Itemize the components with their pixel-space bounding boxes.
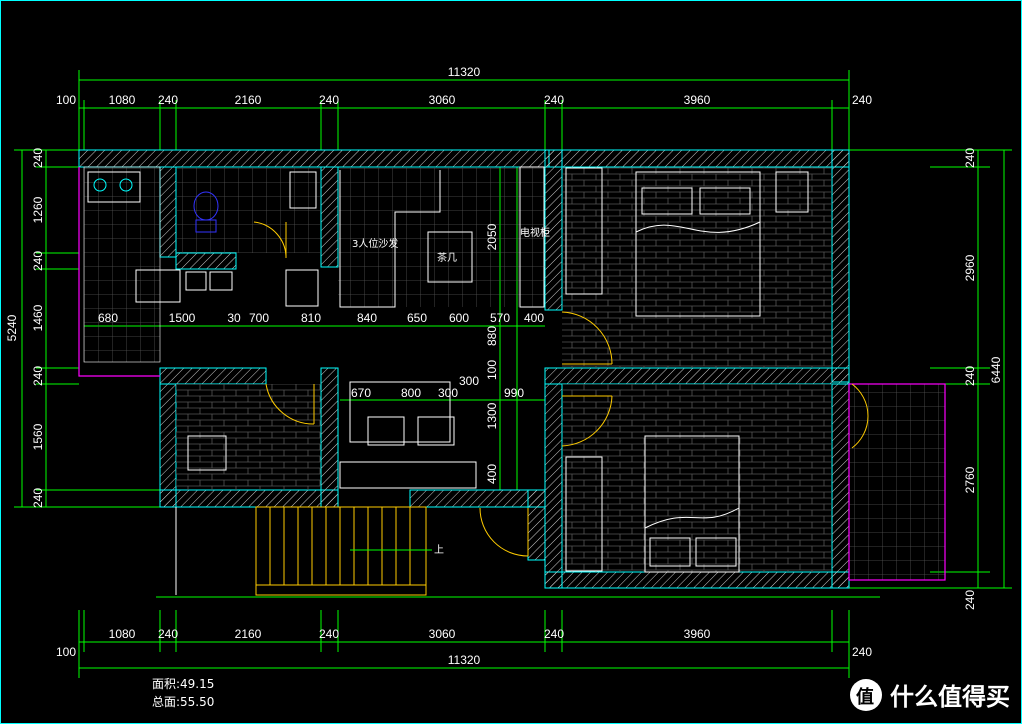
bottom-dim-label: 240 [852, 645, 872, 659]
left-dim-label: 1560 [31, 423, 45, 450]
top-dim-label: 240 [158, 93, 178, 107]
inner-dim-label: 400 [485, 464, 499, 484]
top-dim-label: 240 [319, 93, 339, 107]
dining-chair [367, 416, 405, 446]
right-dim-label: 2960 [963, 254, 977, 281]
inner-dim-label: 570 [490, 311, 510, 325]
top-dimension-group [78, 70, 850, 150]
bottom-dim-label: 240 [158, 627, 178, 641]
watermark-badge: 值 [856, 686, 874, 708]
inner-dim-label: 1300 [485, 402, 499, 429]
right-dim-label: 2760 [963, 466, 977, 493]
balcony-floor [848, 383, 946, 581]
bottom-dim-label: 240 [319, 627, 339, 641]
left-dim-label: 240 [31, 366, 45, 386]
right-dim-label: 240 [963, 590, 977, 610]
dining-dim-label: 300 [438, 386, 458, 400]
bottom-dim-label: 1080 [109, 627, 136, 641]
top-dim-label: 240 [544, 93, 564, 107]
cabinet [285, 269, 319, 307]
bottom-dim-label: 100 [56, 645, 76, 659]
tv-cabinet-label: 电视柜 [520, 226, 550, 239]
inner-dim-label: 880 [485, 326, 499, 346]
inner-dim-label: 100 [485, 360, 499, 380]
left-dim-label: 240 [31, 488, 45, 508]
kitchen-floor [83, 166, 161, 363]
top-dim-label: 3960 [684, 93, 711, 107]
left-total-dim-label: 5240 [5, 314, 19, 341]
washing-machine [209, 271, 233, 291]
top-dim-label: 2160 [235, 93, 262, 107]
inner-dim-label: 680 [98, 311, 118, 325]
floor-plan-drawing: 11320 100 1080 240 2160 240 3060 240 3960 240 1132… [5, 65, 1012, 711]
top-dim-label: 240 [852, 93, 872, 107]
bottom-dimension-group [78, 610, 850, 678]
stairs-up-label: 上 [434, 544, 444, 556]
dining-dim-label: 300 [459, 374, 479, 388]
right-dim-label: 240 [963, 366, 977, 386]
left-dim-label: 240 [31, 148, 45, 168]
bottom-dim-label: 240 [544, 627, 564, 641]
usable-area-value: 49.15 [180, 677, 214, 691]
top-total-dim-label: 11320 [448, 65, 481, 79]
inner-dim-label: 400 [524, 311, 544, 325]
inner-dim-label: 840 [357, 311, 377, 325]
left-dim-label: 240 [31, 251, 45, 271]
inner-dim-label: 30 [227, 311, 241, 325]
tea-table-label: 茶几 [437, 251, 457, 264]
top-dim-label: 1080 [109, 93, 136, 107]
dining-dim-label: 800 [401, 386, 421, 400]
inner-dim-label: 600 [449, 311, 469, 325]
total-area-label: 总面: [152, 695, 180, 709]
stairs [255, 506, 427, 596]
dining-dim-label: 670 [351, 386, 371, 400]
bottom-dim-label: 3060 [429, 627, 456, 641]
inner-dim-label: 1500 [169, 311, 196, 325]
top-dim-label: 100 [56, 93, 76, 107]
right-total-dim-label: 6440 [989, 356, 1003, 383]
sideboard [339, 461, 477, 489]
usable-area-label: 面积: [152, 677, 180, 691]
right-dim-label: 240 [963, 148, 977, 168]
wash-basin [185, 271, 207, 291]
living-room-floor [338, 167, 545, 307]
inner-dim-label: 700 [249, 311, 269, 325]
bottom-dim-label: 3960 [684, 627, 711, 641]
total-area-value: 55.50 [180, 695, 214, 709]
door-swing [479, 507, 529, 557]
dining-chair [417, 416, 455, 446]
bathroom-floor [176, 167, 321, 253]
small-room-floor [176, 384, 321, 490]
inner-dim-label: 810 [301, 311, 321, 325]
top-dim-label: 3060 [429, 93, 456, 107]
watermark-text: 什么值得买 [890, 683, 1010, 711]
left-dim-label: 1460 [31, 304, 45, 331]
inner-dim-label: 650 [407, 311, 427, 325]
dining-dim-label: 990 [504, 386, 524, 400]
left-dim-label: 1260 [31, 196, 45, 223]
sofa-label: 3人位沙发 [352, 237, 398, 250]
bottom-total-dim-label: 11320 [448, 653, 481, 667]
inner-dim-label: 2050 [485, 223, 499, 250]
bottom-dim-label: 2160 [235, 627, 262, 641]
